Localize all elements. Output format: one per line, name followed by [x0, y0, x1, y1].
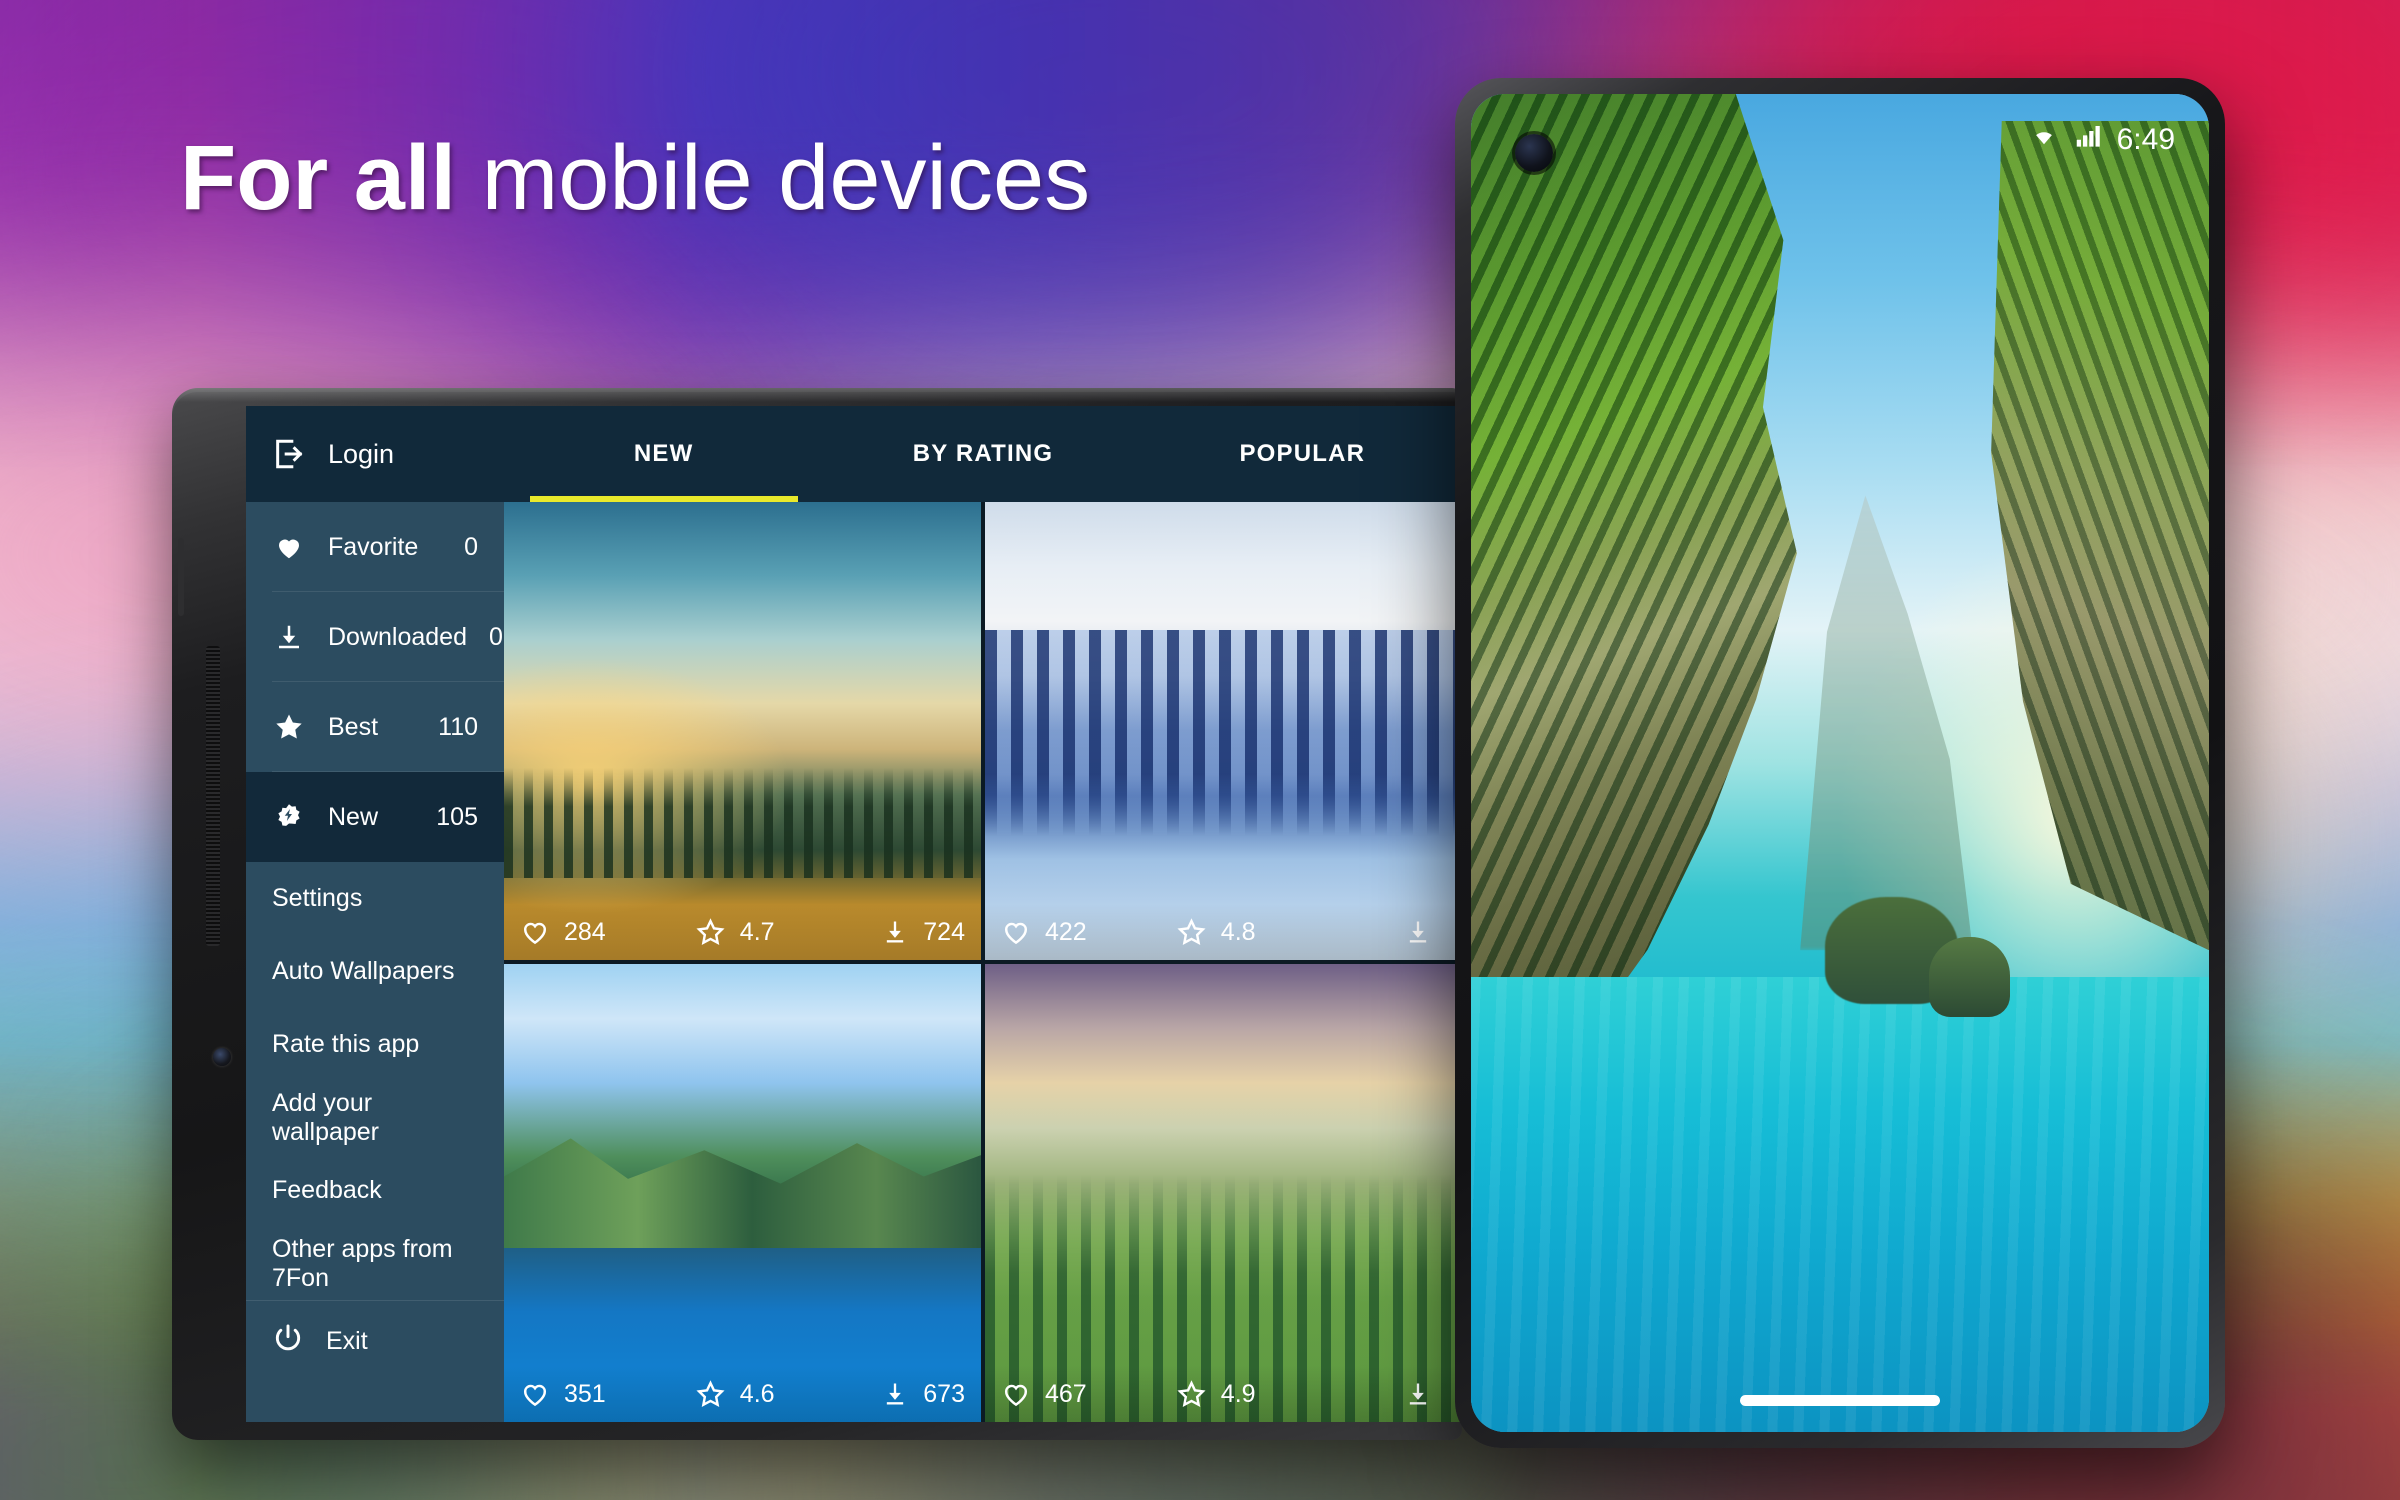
downloads-value: 673 — [923, 1379, 965, 1408]
wallpaper-grid: 284 4.7 724 422 4.8 351 4.6 673 467 4.9 — [504, 502, 1462, 1422]
downloads-value: 724 — [923, 917, 965, 946]
home-indicator[interactable] — [1740, 1395, 1940, 1406]
wallpaper-thumbnail — [504, 502, 981, 960]
app-body: Favorite 0 Downloaded 0 Best 110 New 105… — [246, 502, 1462, 1422]
app-bar: Login NEW BY RATING POPULAR — [246, 406, 1462, 502]
tab-new[interactable]: NEW — [504, 406, 823, 502]
heart-icon — [524, 1384, 546, 1407]
wallpaper-card[interactable]: 422 4.8 — [985, 502, 1462, 960]
badge-flash-icon — [272, 800, 306, 834]
sidebar-item-label: Best — [328, 712, 379, 741]
wifi-icon — [2029, 121, 2059, 159]
rating-stat[interactable]: 4.6 — [695, 1379, 848, 1410]
rating-value: 4.6 — [739, 1379, 775, 1408]
rating-stat[interactable]: 4.9 — [1176, 1379, 1329, 1410]
sidebar-item-auto-wallpapers[interactable]: Auto Wallpapers — [246, 935, 504, 1008]
downloads-stat[interactable]: 673 — [847, 1380, 981, 1409]
phone-wallpaper-islet-small — [1928, 936, 2010, 1018]
sidebar-item-label: New — [328, 802, 379, 831]
signal-bars-icon — [2073, 121, 2103, 159]
tab-bar: NEW BY RATING POPULAR — [504, 406, 1462, 502]
sidebar-item-label: Favorite — [328, 532, 419, 561]
sidebar-item-exit[interactable]: Exit — [246, 1301, 504, 1381]
heart-icon — [1005, 922, 1027, 945]
sidebar-item-rate-this-app[interactable]: Rate this app — [246, 1008, 504, 1081]
sidebar-item-feedback[interactable]: Feedback — [246, 1154, 504, 1227]
wallpaper-stats: 351 4.6 673 — [504, 1366, 981, 1422]
rating-stat[interactable]: 4.7 — [695, 917, 848, 948]
rating-stat[interactable]: 4.8 — [1176, 917, 1329, 948]
wallpaper-card[interactable]: 467 4.9 — [985, 964, 1462, 1422]
likes-value: 351 — [564, 1379, 606, 1408]
heart-icon — [272, 530, 306, 564]
likes-stat[interactable]: 351 — [504, 1379, 695, 1409]
likes-stat[interactable]: 422 — [985, 917, 1176, 947]
likes-stat[interactable]: 467 — [985, 1379, 1176, 1409]
sidebar-item-label: Downloaded — [328, 622, 467, 651]
rating-value: 4.7 — [739, 917, 775, 946]
sidebar-item-label: Exit — [326, 1326, 368, 1355]
star-icon — [272, 710, 306, 744]
sidebar-item-count: 105 — [436, 802, 478, 831]
tablet-front-camera — [213, 1048, 231, 1066]
tablet-side-button[interactable] — [178, 538, 184, 616]
rating-value: 4.8 — [1220, 917, 1256, 946]
sidebar-item-add-your-wallpaper[interactable]: Add your wallpaper — [246, 1081, 504, 1154]
phone-screen: 6:49 — [1471, 94, 2209, 1432]
sidebar-item-other-apps[interactable]: Other apps from 7Fon — [246, 1227, 504, 1300]
phone-device-frame: 6:49 — [1455, 78, 2225, 1448]
heart-icon — [1005, 1384, 1027, 1407]
downloads-stat[interactable]: 724 — [847, 918, 981, 947]
likes-value: 284 — [564, 917, 606, 946]
star-icon — [1177, 917, 1206, 945]
tab-by-rating[interactable]: BY RATING — [823, 406, 1142, 502]
tablet-screen: Login NEW BY RATING POPULAR Favorite 0 D… — [246, 406, 1462, 1422]
navigation-drawer: Favorite 0 Downloaded 0 Best 110 New 105… — [246, 502, 504, 1422]
wallpaper-card[interactable]: 284 4.7 724 — [504, 502, 981, 960]
sidebar-item-count: 0 — [464, 532, 478, 561]
download-icon — [272, 620, 306, 654]
likes-value: 467 — [1045, 1379, 1087, 1408]
wallpaper-stats: 422 4.8 — [985, 904, 1462, 960]
login-icon — [272, 437, 306, 471]
download-icon — [1409, 1383, 1427, 1405]
downloads-stat[interactable] — [1328, 918, 1462, 946]
star-icon — [1177, 1379, 1206, 1407]
likes-value: 422 — [1045, 917, 1087, 946]
tab-popular[interactable]: POPULAR — [1143, 406, 1462, 502]
power-icon — [272, 1322, 304, 1361]
wallpaper-stats: 284 4.7 724 — [504, 904, 981, 960]
sidebar-item-favorite[interactable]: Favorite 0 — [246, 502, 504, 592]
sidebar-item-best[interactable]: Best 110 — [246, 682, 504, 772]
page-title: For all mobile devices — [180, 132, 1090, 224]
tablet-device-frame: Login NEW BY RATING POPULAR Favorite 0 D… — [172, 388, 1462, 1440]
wallpaper-thumbnail — [985, 502, 1462, 960]
wallpaper-thumbnail — [985, 964, 1462, 1422]
sidebar-item-settings[interactable]: Settings — [246, 862, 504, 935]
login-button[interactable]: Login — [246, 437, 504, 471]
download-icon — [1409, 921, 1427, 943]
wallpaper-card[interactable]: 351 4.6 673 — [504, 964, 981, 1422]
sidebar-item-downloaded[interactable]: Downloaded 0 — [246, 592, 504, 682]
wallpaper-stats: 467 4.9 — [985, 1366, 1462, 1422]
likes-stat[interactable]: 284 — [504, 917, 695, 947]
page-title-strong: For all — [180, 127, 457, 229]
wallpaper-thumbnail — [504, 964, 981, 1422]
sidebar-item-count: 0 — [489, 622, 503, 651]
phone-status-bar: 6:49 — [1471, 94, 2209, 186]
downloads-stat[interactable] — [1328, 1380, 1462, 1408]
heart-icon — [524, 922, 546, 945]
star-icon — [696, 1379, 725, 1407]
download-icon — [887, 921, 904, 943]
tablet-speaker-grille — [206, 646, 220, 946]
phone-wallpaper-lagoon — [1471, 977, 2209, 1432]
sidebar-item-new[interactable]: New 105 — [246, 772, 504, 862]
page-title-light: mobile devices — [456, 127, 1091, 229]
login-label: Login — [328, 438, 395, 469]
star-icon — [696, 917, 725, 945]
phone-clock: 6:49 — [2116, 123, 2175, 156]
sidebar-item-count: 110 — [438, 712, 478, 741]
rating-value: 4.9 — [1220, 1379, 1256, 1408]
download-icon — [887, 1383, 904, 1405]
